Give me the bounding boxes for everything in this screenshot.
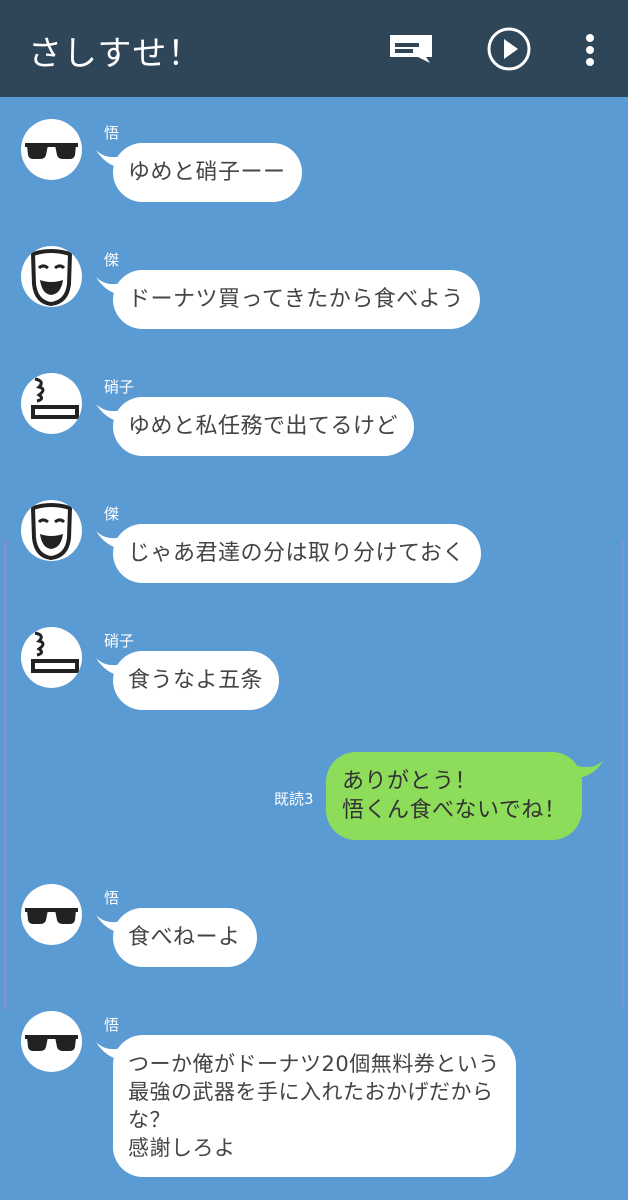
smoking-cigarette-avatar[interactable]: [21, 627, 82, 688]
sunglasses-avatar[interactable]: [21, 1011, 82, 1072]
scroll-track-right: [621, 540, 624, 1010]
smiling-mask-avatar[interactable]: [21, 246, 82, 307]
own-message-bubble[interactable]: ありがとう！ 悟くん食べないでね！: [326, 752, 583, 840]
smoking-cigarette-avatar[interactable]: [21, 373, 82, 434]
sender-name: 硝子: [104, 632, 135, 650]
chat-title: さしすせ！: [28, 34, 203, 74]
app-header: さしすせ！: [0, 0, 628, 97]
message-bubble[interactable]: じゃあ君達の分は取り分けておく: [113, 524, 481, 583]
bubble-tail: [578, 760, 604, 778]
sender-name: 硝子: [104, 378, 135, 396]
sender-name: 悟: [104, 889, 120, 907]
scroll-track-left: [4, 540, 7, 1010]
sunglasses-avatar[interactable]: [21, 884, 82, 945]
message-bubble[interactable]: 食うなよ五条: [113, 651, 280, 710]
read-receipt: 既読3: [274, 790, 314, 808]
message-bubble[interactable]: つーか俺がドーナツ20個無料券という 最強の武器を手に入れたおかげだから な？ …: [113, 1035, 516, 1177]
message-icon[interactable]: [388, 33, 434, 65]
sender-name: 悟: [104, 1016, 120, 1034]
message-bubble[interactable]: 食べねーよ: [113, 908, 257, 967]
sender-name: 傑: [104, 505, 120, 523]
sender-name: 悟: [104, 124, 120, 142]
play-icon[interactable]: [486, 26, 532, 72]
sunglasses-avatar[interactable]: [21, 119, 82, 180]
message-bubble[interactable]: ゆめと私任務で出てるけど: [113, 397, 415, 456]
sender-name: 傑: [104, 251, 120, 269]
message-bubble[interactable]: ゆめと硝子ーー: [113, 143, 302, 202]
more-vert-icon[interactable]: [580, 30, 600, 70]
message-bubble[interactable]: ドーナツ買ってきたから食べよう: [113, 270, 480, 329]
smiling-mask-avatar[interactable]: [21, 500, 82, 561]
